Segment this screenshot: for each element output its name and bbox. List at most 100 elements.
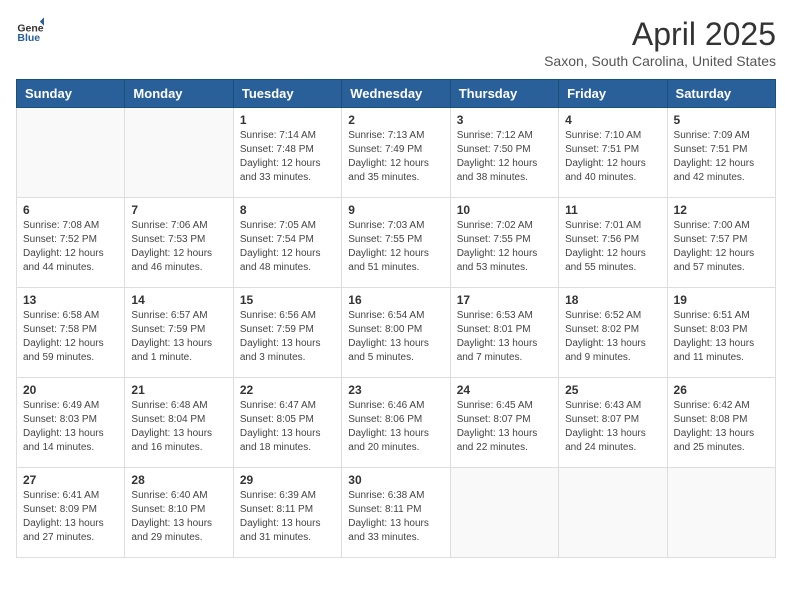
day-number: 16: [348, 293, 443, 307]
calendar-cell-w5-d0: 27 Sunrise: 6:41 AM Sunset: 8:09 PM Dayli…: [17, 468, 125, 558]
day-info: Sunrise: 6:51 AM Sunset: 8:03 PM Dayligh…: [674, 309, 769, 365]
col-saturday: Saturday: [667, 80, 775, 108]
day-info: Sunrise: 7:00 AM Sunset: 7:57 PM Dayligh…: [674, 219, 769, 275]
day-number: 15: [240, 293, 335, 307]
calendar-cell-w3-d2: 15 Sunrise: 6:56 AM Sunset: 7:59 PM Dayli…: [233, 288, 341, 378]
calendar-cell-w3-d6: 19 Sunrise: 6:51 AM Sunset: 8:03 PM Dayli…: [667, 288, 775, 378]
calendar-cell-w1-d6: 5Sunrise: 7:09 AM Sunset: 7:51 PM Daylig…: [667, 108, 775, 198]
day-info: Sunrise: 6:46 AM Sunset: 8:06 PM Dayligh…: [348, 399, 443, 455]
calendar-cell-w2-d2: 8 Sunrise: 7:05 AM Sunset: 7:54 PM Daylig…: [233, 198, 341, 288]
day-info: Sunrise: 7:05 AM Sunset: 7:54 PM Dayligh…: [240, 219, 335, 275]
day-info: Sunrise: 7:02 AM Sunset: 7:55 PM Dayligh…: [457, 219, 552, 275]
svg-text:Blue: Blue: [17, 32, 40, 44]
day-info: Sunrise: 6:42 AM Sunset: 8:08 PM Dayligh…: [674, 399, 769, 455]
calendar-cell-w1-d2: 1 Sunrise: 7:14 AM Sunset: 7:48 PM Daylig…: [233, 108, 341, 198]
day-info: Sunrise: 7:09 AM Sunset: 7:51 PM Dayligh…: [674, 129, 769, 185]
day-info: Sunrise: 7:06 AM Sunset: 7:53 PM Dayligh…: [131, 219, 226, 275]
day-info: Sunrise: 6:40 AM Sunset: 8:10 PM Dayligh…: [131, 489, 226, 545]
col-wednesday: Wednesday: [342, 80, 450, 108]
calendar-cell-w5-d4: [450, 468, 558, 558]
day-info: Sunrise: 7:14 AM Sunset: 7:48 PM Dayligh…: [240, 129, 335, 185]
calendar-cell-w2-d6: 12 Sunrise: 7:00 AM Sunset: 7:57 PM Dayli…: [667, 198, 775, 288]
day-info: Sunrise: 6:56 AM Sunset: 7:59 PM Dayligh…: [240, 309, 335, 365]
calendar-cell-w5-d3: 30Sunrise: 6:38 AM Sunset: 8:11 PM Dayli…: [342, 468, 450, 558]
day-info: Sunrise: 6:45 AM Sunset: 8:07 PM Dayligh…: [457, 399, 552, 455]
day-number: 14: [131, 293, 226, 307]
calendar-cell-w5-d2: 29Sunrise: 6:39 AM Sunset: 8:11 PM Dayli…: [233, 468, 341, 558]
day-number: 13: [23, 293, 118, 307]
day-number: 12: [674, 203, 769, 217]
day-number: 17: [457, 293, 552, 307]
day-number: 10: [457, 203, 552, 217]
calendar-cell-w3-d5: 18 Sunrise: 6:52 AM Sunset: 8:02 PM Dayli…: [559, 288, 667, 378]
day-number: 9: [348, 203, 443, 217]
calendar-cell-w4-d1: 21Sunrise: 6:48 AM Sunset: 8:04 PM Dayli…: [125, 378, 233, 468]
calendar-cell-w4-d6: 26 Sunrise: 6:42 AM Sunset: 8:08 PM Dayli…: [667, 378, 775, 468]
day-info: Sunrise: 6:57 AM Sunset: 7:59 PM Dayligh…: [131, 309, 226, 365]
calendar-cell-w5-d1: 28 Sunrise: 6:40 AM Sunset: 8:10 PM Dayli…: [125, 468, 233, 558]
calendar-week-2: 6Sunrise: 7:08 AM Sunset: 7:52 PM Daylig…: [17, 198, 776, 288]
day-info: Sunrise: 7:10 AM Sunset: 7:51 PM Dayligh…: [565, 129, 660, 185]
day-number: 2: [348, 113, 443, 127]
day-number: 26: [674, 383, 769, 397]
day-info: Sunrise: 6:49 AM Sunset: 8:03 PM Dayligh…: [23, 399, 118, 455]
calendar-cell-w4-d3: 23 Sunrise: 6:46 AM Sunset: 8:06 PM Dayli…: [342, 378, 450, 468]
day-info: Sunrise: 6:47 AM Sunset: 8:05 PM Dayligh…: [240, 399, 335, 455]
day-info: Sunrise: 6:52 AM Sunset: 8:02 PM Dayligh…: [565, 309, 660, 365]
calendar-cell-w4-d2: 22 Sunrise: 6:47 AM Sunset: 8:05 PM Dayli…: [233, 378, 341, 468]
calendar-cell-w4-d5: 25 Sunrise: 6:43 AM Sunset: 8:07 PM Dayli…: [559, 378, 667, 468]
calendar-cell-w2-d5: 11 Sunrise: 7:01 AM Sunset: 7:56 PM Dayli…: [559, 198, 667, 288]
calendar-week-5: 27 Sunrise: 6:41 AM Sunset: 8:09 PM Dayli…: [17, 468, 776, 558]
day-number: 23: [348, 383, 443, 397]
col-friday: Friday: [559, 80, 667, 108]
calendar-cell-w3-d3: 16Sunrise: 6:54 AM Sunset: 8:00 PM Dayli…: [342, 288, 450, 378]
day-number: 28: [131, 473, 226, 487]
day-number: 11: [565, 203, 660, 217]
calendar-cell-w5-d6: [667, 468, 775, 558]
day-info: Sunrise: 6:38 AM Sunset: 8:11 PM Dayligh…: [348, 489, 443, 545]
day-number: 18: [565, 293, 660, 307]
day-info: Sunrise: 6:41 AM Sunset: 8:09 PM Dayligh…: [23, 489, 118, 545]
day-info: Sunrise: 7:13 AM Sunset: 7:49 PM Dayligh…: [348, 129, 443, 185]
day-info: Sunrise: 6:48 AM Sunset: 8:04 PM Dayligh…: [131, 399, 226, 455]
calendar-cell-w1-d1: [125, 108, 233, 198]
day-info: Sunrise: 6:43 AM Sunset: 8:07 PM Dayligh…: [565, 399, 660, 455]
day-info: Sunrise: 6:39 AM Sunset: 8:11 PM Dayligh…: [240, 489, 335, 545]
calendar-week-1: 1 Sunrise: 7:14 AM Sunset: 7:48 PM Daylig…: [17, 108, 776, 198]
day-number: 22: [240, 383, 335, 397]
calendar-cell-w3-d1: 14 Sunrise: 6:57 AM Sunset: 7:59 PM Dayli…: [125, 288, 233, 378]
col-tuesday: Tuesday: [233, 80, 341, 108]
calendar-cell-w3-d4: 17Sunrise: 6:53 AM Sunset: 8:01 PM Dayli…: [450, 288, 558, 378]
col-monday: Monday: [125, 80, 233, 108]
col-thursday: Thursday: [450, 80, 558, 108]
calendar-cell-w2-d1: 7 Sunrise: 7:06 AM Sunset: 7:53 PM Daylig…: [125, 198, 233, 288]
header: General Blue April 2025 Saxon, South Car…: [16, 16, 776, 69]
day-number: 20: [23, 383, 118, 397]
day-number: 7: [131, 203, 226, 217]
calendar-week-3: 13 Sunrise: 6:58 AM Sunset: 7:58 PM Dayli…: [17, 288, 776, 378]
calendar-cell-w1-d0: [17, 108, 125, 198]
title-area: April 2025 Saxon, South Carolina, United…: [544, 16, 776, 69]
page-title: April 2025: [544, 16, 776, 53]
day-info: Sunrise: 7:03 AM Sunset: 7:55 PM Dayligh…: [348, 219, 443, 275]
calendar-cell-w1-d3: 2 Sunrise: 7:13 AM Sunset: 7:49 PM Daylig…: [342, 108, 450, 198]
calendar-cell-w4-d4: 24 Sunrise: 6:45 AM Sunset: 8:07 PM Dayli…: [450, 378, 558, 468]
day-number: 27: [23, 473, 118, 487]
calendar-header-row: Sunday Monday Tuesday Wednesday Thursday…: [17, 80, 776, 108]
col-sunday: Sunday: [17, 80, 125, 108]
day-number: 24: [457, 383, 552, 397]
day-info: Sunrise: 7:12 AM Sunset: 7:50 PM Dayligh…: [457, 129, 552, 185]
calendar-cell-w5-d5: [559, 468, 667, 558]
day-number: 6: [23, 203, 118, 217]
day-number: 25: [565, 383, 660, 397]
day-info: Sunrise: 6:58 AM Sunset: 7:58 PM Dayligh…: [23, 309, 118, 365]
generalblue-logo-icon: General Blue: [16, 16, 44, 44]
day-number: 1: [240, 113, 335, 127]
calendar-cell-w2-d0: 6Sunrise: 7:08 AM Sunset: 7:52 PM Daylig…: [17, 198, 125, 288]
day-info: Sunrise: 7:01 AM Sunset: 7:56 PM Dayligh…: [565, 219, 660, 275]
calendar-cell-w3-d0: 13 Sunrise: 6:58 AM Sunset: 7:58 PM Dayli…: [17, 288, 125, 378]
day-number: 3: [457, 113, 552, 127]
calendar-cell-w1-d4: 3 Sunrise: 7:12 AM Sunset: 7:50 PM Daylig…: [450, 108, 558, 198]
day-number: 19: [674, 293, 769, 307]
day-number: 8: [240, 203, 335, 217]
